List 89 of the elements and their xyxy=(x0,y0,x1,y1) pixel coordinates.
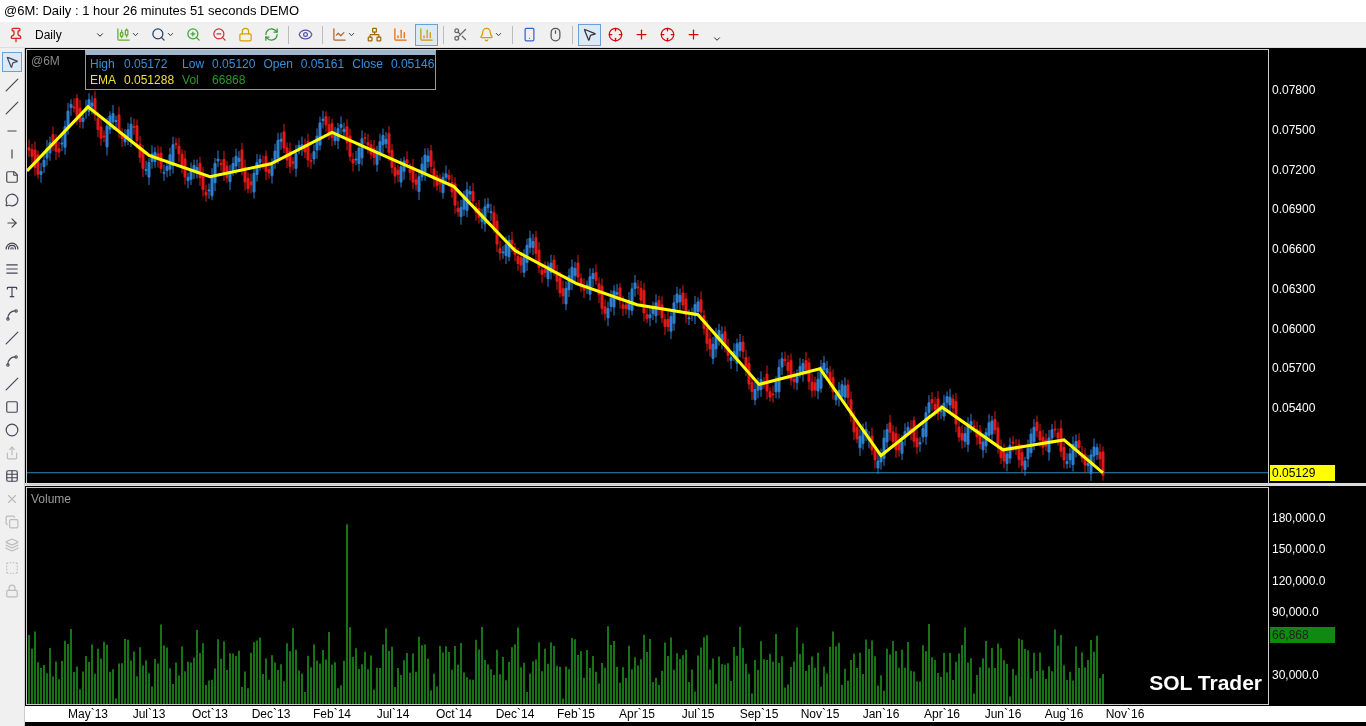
window-title: @6M: Daily : 1 hour 26 minutes 51 seconds DEMO xyxy=(3,2,300,21)
date-axis-label: Jul`15 xyxy=(681,707,715,721)
quote-value: 0.05120 xyxy=(212,56,256,72)
date-axis-label: Feb`15 xyxy=(557,707,595,721)
date-axis-label: Nov`16 xyxy=(1105,707,1145,721)
eye-icon xyxy=(298,27,313,42)
quote-label: Close xyxy=(352,56,383,72)
crosshair-icon xyxy=(634,27,649,42)
volume-axis-label: 30,000.0 xyxy=(1272,668,1319,682)
volume-axis-label: 120,000.0 xyxy=(1272,574,1326,588)
last-price-tag: 0.05129 xyxy=(1270,464,1335,481)
candle-bars-icon xyxy=(116,27,131,42)
volume-title: Volume xyxy=(31,491,72,508)
quote-value: 0.05146 xyxy=(390,56,435,72)
last-volume-tag: 66,868 xyxy=(1270,627,1335,643)
date-axis-label: Dec`13 xyxy=(251,707,291,721)
pointer-icon xyxy=(5,55,19,69)
crosshair-icon xyxy=(660,27,675,42)
search-icon xyxy=(151,27,166,42)
layers-icon xyxy=(5,538,19,552)
refresh-icon xyxy=(264,27,279,42)
quote-label: Low xyxy=(182,56,205,72)
chart-icon xyxy=(332,27,347,42)
colored-bars-icon xyxy=(393,27,408,42)
speech-bubble-icon xyxy=(5,193,19,207)
quote-value: 0.05161 xyxy=(300,56,345,72)
quote-label: High xyxy=(90,56,116,72)
phone-icon xyxy=(522,27,537,42)
date-axis-label: Jan`16 xyxy=(862,707,900,721)
symbol-label: @6M xyxy=(31,53,60,70)
crosshair-icon xyxy=(686,27,701,42)
date-axis-label: Sep`15 xyxy=(739,707,779,721)
date-axis-label: Oct`13 xyxy=(192,707,228,721)
date-axis-label: Feb`14 xyxy=(313,707,351,721)
caret-icon xyxy=(166,30,175,39)
line-icon xyxy=(5,78,19,92)
caret-icon xyxy=(347,30,356,39)
price-axis-label: 0.07200 xyxy=(1272,162,1316,177)
note-icon xyxy=(5,170,19,184)
price-axis-label: 0.07500 xyxy=(1272,122,1316,137)
volume-axis-label: 90,000.0 xyxy=(1272,605,1319,619)
caret-icon xyxy=(131,30,140,39)
price-axis-label: 0.06600 xyxy=(1272,242,1316,256)
quote-label: Vol xyxy=(182,72,200,88)
price-axis-label: 0.06300 xyxy=(1272,281,1316,296)
pin-icon[interactable] xyxy=(8,26,24,43)
copy-icon xyxy=(5,515,19,529)
ellipse-icon xyxy=(5,423,19,437)
price-axis-label: 0.06900 xyxy=(1272,202,1316,217)
crosshair-icon xyxy=(608,27,623,42)
date-axis-label: Jun`16 xyxy=(984,707,1022,721)
volume-axis-label: 180,000.0 xyxy=(1272,511,1326,525)
lock-icon xyxy=(238,27,253,42)
price-axis-label: 0.05400 xyxy=(1272,401,1316,415)
date-axis-label: Oct`14 xyxy=(436,707,472,721)
quote-label: Open xyxy=(263,56,293,72)
delete-icon xyxy=(5,492,19,506)
date-axis-label: Nov`15 xyxy=(800,707,840,721)
brand-label: SOL Trader xyxy=(1149,669,1262,696)
bar-chart-icon xyxy=(419,27,434,42)
price-axis-label: 0.07800 xyxy=(1272,83,1316,97)
mouse-icon xyxy=(548,27,563,42)
zoom-in-icon xyxy=(186,27,201,42)
zoom-out-icon xyxy=(212,27,227,42)
date-axis-label: Jul`13 xyxy=(132,707,166,721)
date-axis-label: May`13 xyxy=(68,707,108,721)
price-axis-label: 0.06000 xyxy=(1272,321,1316,336)
caret-icon xyxy=(494,30,503,39)
date-axis-label: Aug`16 xyxy=(1044,707,1084,721)
date-axis-label: Apr`16 xyxy=(924,707,960,721)
bell-icon xyxy=(479,27,494,42)
price-axis-label: 0.05700 xyxy=(1272,361,1316,376)
hierarchy-icon xyxy=(367,27,382,42)
date-axis-label: Jul`14 xyxy=(376,707,410,721)
toolbar-button[interactable] xyxy=(578,23,601,46)
scissors-icon xyxy=(453,27,468,42)
quote-value: 0.051288 xyxy=(124,72,175,88)
lock-icon xyxy=(5,584,19,598)
dashed-square-icon xyxy=(5,561,19,575)
date-axis-label: Apr`15 xyxy=(619,707,655,721)
quote-value: 0.05172 xyxy=(124,56,169,72)
quote-label: EMA xyxy=(90,72,116,88)
pointer-icon xyxy=(582,27,597,42)
drawing-tool-button[interactable] xyxy=(2,52,22,72)
rectangle-icon xyxy=(5,400,19,414)
quote-value: 66868 xyxy=(212,72,247,88)
date-axis-label: Dec`14 xyxy=(495,707,535,721)
export-icon xyxy=(5,446,19,460)
volume-axis-label: 150,000.0 xyxy=(1272,542,1326,556)
